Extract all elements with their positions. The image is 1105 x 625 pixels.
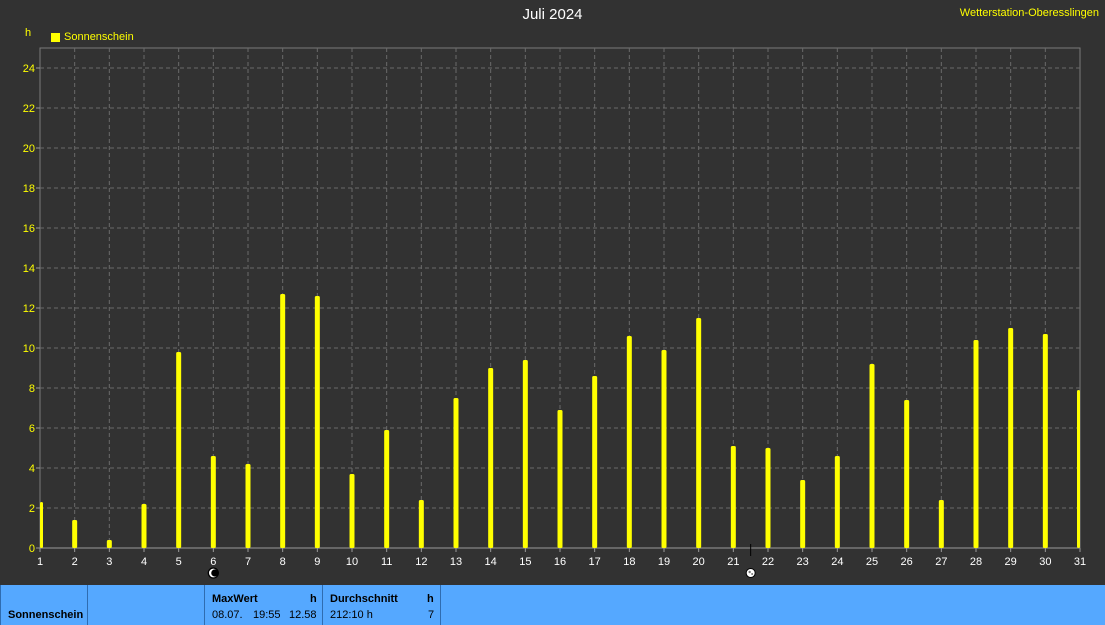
- bar-day-17: [592, 376, 598, 548]
- bar-day-31: [1077, 390, 1080, 548]
- summary-max-cell: MaxWert h 08.07. 19:55 12.58: [205, 585, 323, 625]
- y-tick-label: 12: [23, 303, 35, 315]
- bar-day-18: [626, 336, 632, 548]
- bar-day-5: [176, 352, 182, 548]
- y-tick-label: 6: [29, 423, 35, 435]
- x-tick-label: 21: [727, 556, 739, 568]
- x-tick-label: 20: [693, 556, 705, 568]
- avg-value: 7: [428, 609, 435, 621]
- summary-name-cell: Sonnenschein: [0, 585, 88, 625]
- x-tick-label: 19: [658, 556, 670, 568]
- bar-day-22: [765, 448, 771, 548]
- y-tick-label: 8: [29, 383, 35, 395]
- avg-unit: h: [427, 593, 434, 605]
- x-tick-label: 9: [314, 556, 320, 568]
- x-tick-label: 15: [519, 556, 531, 568]
- bar-day-13: [453, 398, 459, 548]
- bar-day-15: [522, 360, 528, 548]
- bar-day-16: [557, 410, 563, 548]
- bar-day-12: [418, 500, 424, 548]
- bar-day-9: [314, 296, 320, 548]
- x-tick-label: 28: [970, 556, 982, 568]
- x-tick-label: 4: [141, 556, 147, 568]
- x-tick-label: 16: [554, 556, 566, 568]
- bar-day-6: [210, 456, 216, 548]
- y-tick-label: 24: [23, 63, 35, 75]
- bar-day-10: [349, 474, 355, 548]
- y-tick-label: 10: [23, 343, 35, 355]
- summary-avg-cell: Durchschnitt h 212:10 h 7: [323, 585, 441, 625]
- x-tick-label: 3: [106, 556, 112, 568]
- sunshine-bar-chart: 0246810121416182022241 2 3 4 5 6 7 8 9 10 11 12 13 14…: [23, 47, 1086, 579]
- x-tick-label: 14: [485, 556, 497, 568]
- x-tick-label: 2: [72, 556, 78, 568]
- bar-day-11: [384, 430, 390, 548]
- y-tick-label: 22: [23, 103, 35, 115]
- x-tick-label: 31: [1074, 556, 1086, 568]
- summary-series-name: Sonnenschein: [8, 609, 84, 621]
- bar-day-25: [869, 364, 875, 548]
- x-tick-label: 22: [762, 556, 774, 568]
- avg-header: Durchschnitt: [330, 593, 398, 605]
- bar-day-28: [973, 340, 979, 548]
- x-tick-label: 18: [623, 556, 635, 568]
- x-tick-label: 24: [831, 556, 843, 568]
- bar-day-2: [72, 520, 78, 548]
- x-tick-label: 30: [1039, 556, 1051, 568]
- x-tick-label: 27: [935, 556, 947, 568]
- bar-day-27: [938, 500, 944, 548]
- bar-day-7: [245, 464, 251, 548]
- bar-day-24: [834, 456, 840, 548]
- bar-day-1: [40, 502, 43, 548]
- x-tick-label: 23: [797, 556, 809, 568]
- x-tick-label: 8: [280, 556, 286, 568]
- full-moon-crater: [748, 570, 751, 574]
- summary-empty-cell: [88, 585, 205, 625]
- x-tick-label: 25: [866, 556, 878, 568]
- x-tick-label: 29: [1005, 556, 1017, 568]
- max-time: 19:55: [253, 609, 281, 621]
- x-tick-label: 7: [245, 556, 251, 568]
- bar-day-3: [106, 540, 112, 548]
- y-tick-label: 4: [29, 463, 35, 475]
- bar-day-23: [800, 480, 806, 548]
- bar-day-8: [280, 294, 286, 548]
- y-tick-label: 2: [29, 503, 35, 515]
- y-tick-label: 14: [23, 263, 35, 275]
- x-tick-label: 26: [901, 556, 913, 568]
- x-tick-label: 10: [346, 556, 358, 568]
- x-tick-label: 11: [381, 556, 392, 568]
- summary-bar: Sonnenschein MaxWert h 08.07. 19:55 12.5…: [0, 585, 1105, 625]
- max-date: 08.07.: [212, 609, 243, 621]
- y-tick-label: 16: [23, 223, 35, 235]
- max-value: 12.58: [289, 609, 317, 621]
- bar-day-14: [488, 368, 494, 548]
- full-moon-crater: [751, 573, 754, 575]
- avg-sum: 212:10 h: [330, 609, 373, 621]
- bar-day-21: [730, 446, 736, 548]
- bar-day-30: [1042, 334, 1048, 548]
- full-moon-icon: [745, 568, 756, 578]
- x-tick-label: 13: [450, 556, 462, 568]
- x-tick-label: 6: [210, 556, 216, 568]
- y-tick-label: 20: [23, 143, 35, 155]
- bar-day-20: [696, 318, 702, 548]
- x-tick-label: 12: [415, 556, 427, 568]
- y-tick-label: 18: [23, 183, 35, 195]
- bar-day-4: [141, 504, 147, 548]
- x-tick-label: 1: [37, 556, 43, 568]
- max-header: MaxWert: [212, 593, 258, 605]
- bar-day-19: [661, 350, 667, 548]
- bar-day-26: [904, 400, 910, 548]
- bar-day-29: [1008, 328, 1014, 548]
- y-tick-label: 0: [29, 543, 35, 555]
- x-tick-label: 17: [589, 556, 601, 568]
- new-moon-shadow: [211, 569, 219, 577]
- max-unit: h: [310, 593, 317, 605]
- x-tick-label: 5: [176, 556, 182, 568]
